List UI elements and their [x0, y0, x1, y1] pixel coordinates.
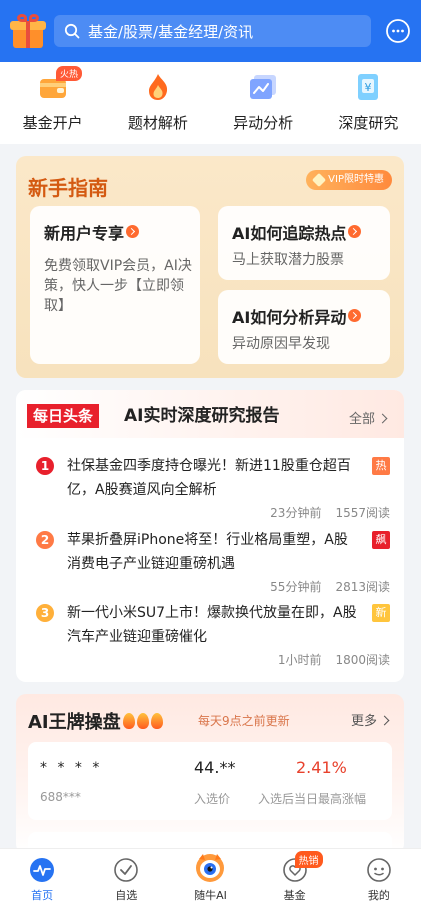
home-pulse-icon — [30, 858, 55, 882]
quick-nav-label: 深度研究 — [338, 114, 399, 132]
guide-card-desc: 马上获取潜力股票 — [232, 252, 344, 268]
flame-icon — [136, 713, 149, 729]
news-time: 55分钟前 — [270, 580, 322, 594]
bottom-tabbar: 首页 自选 随牛AI 热销 基金 我的 — [0, 848, 421, 905]
beginner-guide: 新手指南 VIP限时特惠 新用户专享 免费领取VIP会员，AI决策，快人一步【立… — [16, 156, 404, 378]
news-header: 每日头条 AI实时深度研究报告 全部 — [16, 390, 404, 438]
tab-label: 我的 — [367, 889, 390, 902]
guide-card-title: AI如何追踪热点 — [232, 224, 347, 243]
news-hot-badge: 热 — [372, 457, 390, 475]
guide-card-title: AI如何分析异动 — [232, 308, 347, 327]
news-reads: 1800阅读 — [335, 653, 390, 667]
guide-card-desc: 免费领取VIP会员，AI决策，快人一步【立即领取】 — [44, 258, 192, 314]
quick-nav-label: 基金开户 — [22, 114, 83, 132]
arrow-right-icon — [126, 225, 140, 238]
ai-more-label: 更多 — [350, 714, 377, 729]
guide-card-title: 新用户专享 — [44, 224, 125, 243]
stock-entry-price: 44.** — [194, 758, 236, 777]
quick-nav-research[interactable]: ¥ 深度研究 — [316, 62, 421, 144]
guide-card-desc: 异动原因早发现 — [232, 336, 330, 352]
quick-nav-fund-account[interactable]: 火热 基金开户 — [0, 62, 105, 144]
tab-fund[interactable]: 热销 基金 — [253, 849, 337, 905]
rank-badge: 3 — [36, 604, 54, 622]
tab-label: 首页 — [31, 889, 54, 902]
yen-document-icon: ¥ — [358, 74, 379, 100]
gift-icon[interactable] — [10, 14, 46, 48]
guide-card-new-user[interactable]: 新用户专享 免费领取VIP会员，AI决策，快人一步【立即领取】 — [30, 206, 200, 364]
stock-max-gain: 2.41% — [296, 758, 347, 777]
news-headline: 社保基金四季度持仓曝光！新进11股重仓超百亿，A股赛道风向全解析 — [67, 458, 351, 498]
tab-label: 自选 — [115, 889, 138, 902]
tab-home[interactable]: 首页 — [0, 849, 84, 905]
tab-label: 随牛AI — [194, 889, 227, 902]
news-reads: 1557阅读 — [335, 506, 390, 520]
tab-profile[interactable]: 我的 — [337, 849, 421, 905]
news-time: 23分钟前 — [270, 506, 322, 520]
ai-stock-card[interactable]: * * * * 688*** 44.** 入选价 2.41% 入选后当日最高涨幅 — [28, 742, 392, 820]
profile-face-icon — [367, 858, 391, 882]
chevron-right-icon — [377, 413, 388, 424]
daily-tag: 每日头条 — [27, 404, 100, 428]
ai-trading-section: AI王牌操盘 每天9点之前更新 更多 * * * * 688*** 44.** … — [16, 694, 404, 854]
check-circle-icon — [114, 858, 139, 882]
search-bar[interactable]: 基金/股票/基金经理/资讯 — [54, 15, 371, 47]
news-reads: 2813阅读 — [335, 580, 390, 594]
diamond-icon — [312, 172, 327, 188]
news-surge-badge: 飙 — [372, 531, 390, 549]
search-icon — [64, 23, 80, 39]
tab-label: 基金 — [283, 889, 306, 902]
news-new-badge: 新 — [372, 604, 390, 622]
stock-name: * * * * — [40, 760, 103, 776]
flame-icon — [122, 713, 135, 729]
flame-icon — [148, 74, 167, 100]
tab-ai[interactable]: 随牛AI — [168, 849, 252, 905]
svg-text:¥: ¥ — [365, 81, 372, 94]
flame-icon — [150, 713, 163, 729]
news-all-label: 全部 — [348, 412, 375, 427]
news-time: 1小时前 — [277, 653, 322, 667]
stock-code: 688*** — [40, 790, 81, 804]
daily-headlines: 每日头条 AI实时深度研究报告 全部 1 社保基金四季度持仓曝光！新进11股重仓… — [16, 390, 404, 682]
trend-chart-icon — [250, 75, 277, 99]
chevron-right-icon — [379, 715, 390, 726]
vip-promo-badge[interactable]: VIP限时特惠 — [306, 170, 392, 190]
quick-nav: 火热 基金开户 题材解析 异动分析 ¥ 深度研究 — [0, 62, 421, 144]
message-icon[interactable] — [385, 18, 411, 44]
news-section-title: AI实时深度研究报告 — [124, 406, 280, 426]
quick-nav-label: 题材解析 — [127, 114, 188, 132]
tab-watchlist[interactable]: 自选 — [84, 849, 168, 905]
news-all-link[interactable]: 全部 — [348, 408, 388, 427]
quick-nav-anomaly[interactable]: 异动分析 — [211, 62, 316, 144]
quick-nav-label: 异动分析 — [233, 114, 294, 132]
ai-more-link[interactable]: 更多 — [350, 710, 390, 729]
news-headline: 苹果折叠屏iPhone将至！行业格局重塑，A股消费电子产业链迎重磅机遇 — [67, 532, 348, 572]
guide-card-analyze-anomaly[interactable]: AI如何分析异动 异动原因早发现 — [218, 290, 390, 364]
news-headline: 新一代小米SU7上市！爆款换代放量在即，A股汽车产业链迎重磅催化 — [67, 605, 357, 645]
ai-trading-title: AI王牌操盘 — [28, 712, 121, 733]
news-item[interactable]: 2 苹果折叠屏iPhone将至！行业格局重塑，A股消费电子产业链迎重磅机遇 飙 … — [16, 528, 404, 602]
arrow-right-icon — [348, 225, 362, 238]
arrow-right-icon — [348, 309, 362, 322]
ai-trading-subtitle: 每天9点之前更新 — [198, 714, 290, 728]
quick-nav-topics[interactable]: 题材解析 — [105, 62, 210, 144]
search-placeholder: 基金/股票/基金经理/资讯 — [88, 22, 254, 41]
mascot-icon — [196, 854, 225, 882]
stock-entry-price-label: 入选价 — [194, 792, 231, 806]
news-item[interactable]: 1 社保基金四季度持仓曝光！新进11股重仓超百亿，A股赛道风向全解析 热 23分… — [16, 454, 404, 528]
guide-card-track-hotspot[interactable]: AI如何追踪热点 马上获取潜力股票 — [218, 206, 390, 280]
top-header: 基金/股票/基金经理/资讯 — [0, 0, 421, 62]
vip-promo-label: VIP限时特惠 — [328, 174, 384, 185]
hot-tag: 火热 — [56, 66, 83, 81]
guide-title: 新手指南 — [28, 176, 108, 200]
hot-sale-tag: 热销 — [294, 851, 323, 868]
rank-badge: 1 — [36, 457, 54, 475]
stock-max-gain-label: 入选后当日最高涨幅 — [258, 792, 367, 806]
rank-badge: 2 — [36, 531, 54, 549]
news-item[interactable]: 3 新一代小米SU7上市！爆款换代放量在即，A股汽车产业链迎重磅催化 新 1小时… — [16, 601, 404, 675]
